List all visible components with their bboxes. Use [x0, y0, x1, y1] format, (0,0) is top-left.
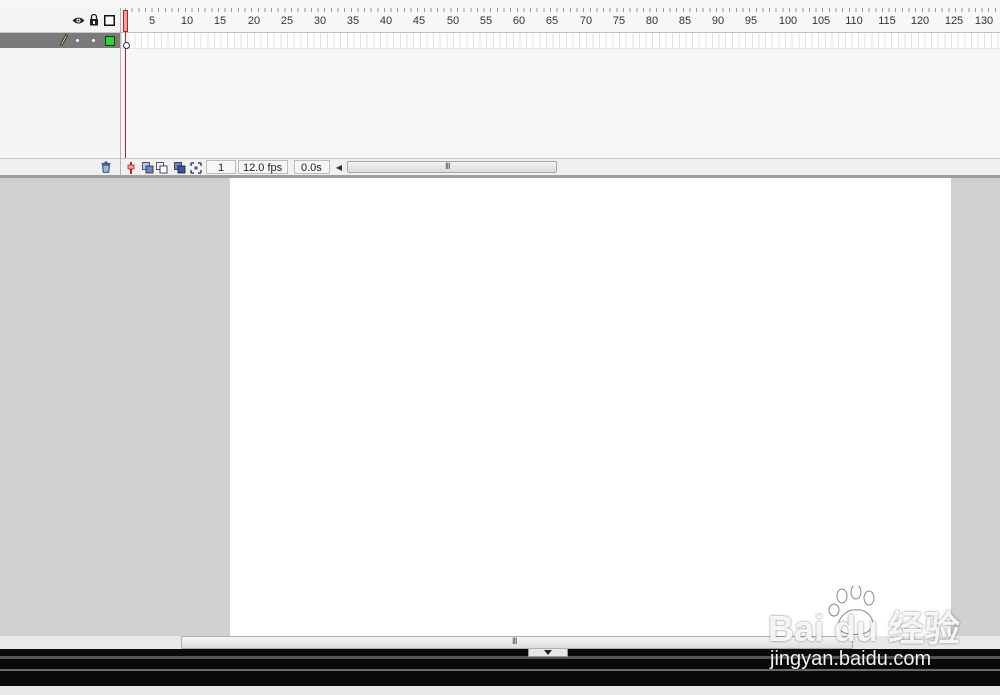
ruler-label: 120: [910, 15, 930, 27]
center-frame-button[interactable]: [124, 161, 137, 174]
outline-icon[interactable]: [102, 13, 116, 27]
ruler-label: 75: [612, 15, 626, 27]
ruler-label: 10: [180, 15, 194, 27]
playhead-line: [125, 32, 126, 175]
ruler-label: 50: [446, 15, 460, 27]
ruler-label: 85: [678, 15, 692, 27]
playhead[interactable]: [123, 10, 128, 32]
modify-onion-markers-button[interactable]: [189, 161, 202, 174]
keyframe-dot[interactable]: [123, 42, 130, 49]
properties-panel-edge: [0, 686, 1000, 695]
eye-icon[interactable]: [71, 13, 85, 27]
pencil-icon: [60, 33, 69, 49]
stage-horizontal-scrollbar[interactable]: III: [181, 636, 853, 649]
frame-rate-display[interactable]: 12.0 fps: [238, 160, 288, 174]
ruler-label: 110: [845, 15, 863, 27]
frame-ruler[interactable]: 5 10 15 20 25 30 35 40 45 50 55 60 65 70…: [121, 8, 1000, 33]
elapsed-time-display: 0.0s: [294, 160, 330, 174]
scrollbar-grip: III: [445, 161, 450, 171]
baidu-watermark: Bai du 经验 jingyan.baidu.com: [768, 586, 988, 676]
ruler-label: 60: [512, 15, 526, 27]
ruler-label: 65: [545, 15, 559, 27]
scroll-left-arrow-icon[interactable]: ◀: [334, 162, 344, 173]
lock-icon[interactable]: [87, 13, 101, 27]
layer-header: [0, 8, 120, 33]
watermark-url: jingyan.baidu.com: [770, 648, 932, 670]
ruler-label: 80: [645, 15, 659, 27]
layer-outline-color-swatch[interactable]: [105, 36, 115, 46]
layer-list: [0, 8, 121, 176]
onion-skin-button[interactable]: [141, 161, 154, 174]
layer-lock-dot[interactable]: [92, 39, 95, 42]
ruler-label: 130: [974, 15, 994, 27]
stage-canvas[interactable]: [230, 178, 951, 636]
timeline-scrollbar[interactable]: III: [347, 161, 557, 173]
current-frame-display: 1: [206, 160, 236, 174]
layer-visibility-dot[interactable]: [76, 39, 79, 42]
frame-empty-area: [121, 49, 1000, 158]
trash-icon[interactable]: [100, 161, 112, 176]
ruler-label: 40: [379, 15, 393, 27]
ruler-label: 90: [711, 15, 725, 27]
ruler-label: 100: [778, 15, 798, 27]
onion-skin-outlines-button[interactable]: [155, 161, 168, 174]
ruler-label: 55: [479, 15, 493, 27]
ruler-label: 30: [313, 15, 327, 27]
frame-grid: 5 10 15 20 25 30 35 40 45 50 55 60 65 70…: [121, 8, 1000, 176]
ruler-label: 105: [811, 15, 831, 27]
timeline-panel: 5 10 15 20 25 30 35 40 45 50 55 60 65 70…: [0, 0, 1000, 176]
stage-workspace: [0, 178, 1000, 636]
ruler-label: 35: [346, 15, 360, 27]
watermark-logo-text: Bai du 经验: [768, 608, 961, 649]
ruler-label: 95: [744, 15, 758, 27]
ruler-label: 70: [579, 15, 593, 27]
scrollbar-grip: III: [512, 636, 517, 646]
ruler-label: 45: [412, 15, 426, 27]
layer-footer: [0, 158, 120, 176]
edit-multiple-frames-button[interactable]: [173, 161, 186, 174]
frame-row[interactable]: [121, 33, 1000, 49]
timeline-footer: 1 12.0 fps 0.0s ◀ III: [121, 158, 1000, 176]
layer-row[interactable]: [0, 33, 120, 48]
ruler-label: 25: [280, 15, 294, 27]
ruler-ticks: [121, 8, 1000, 14]
ruler-label: 5: [148, 15, 156, 27]
ruler-label: 15: [213, 15, 227, 27]
collapse-panel-button[interactable]: [528, 649, 568, 657]
ruler-label: 20: [247, 15, 261, 27]
ruler-label: 115: [878, 15, 896, 27]
ruler-label: 125: [944, 15, 964, 27]
triangle-down-icon: [544, 650, 552, 655]
